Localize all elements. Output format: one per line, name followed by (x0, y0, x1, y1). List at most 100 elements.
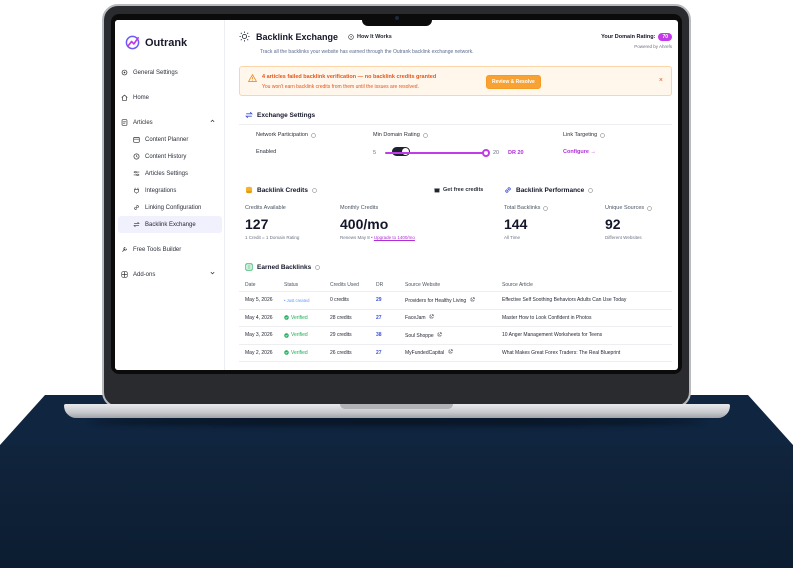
help-circle-icon[interactable] (315, 264, 320, 270)
sidebar-item-add-ons[interactable]: Add-ons (115, 266, 225, 283)
review-resolve-button[interactable]: Review & Resolve (486, 75, 541, 89)
participation-status: Enabled (256, 149, 277, 155)
external-link-icon[interactable] (448, 349, 453, 354)
chevron-down-icon[interactable] (210, 271, 215, 277)
total-backlinks-label: Total Backlinks (504, 205, 549, 211)
upgrade-link[interactable]: Upgrade to 1400/mo (374, 235, 415, 240)
backlink-credits-title: Backlink Credits (257, 186, 308, 194)
help-circle-icon[interactable] (600, 132, 605, 138)
table-row[interactable]: May 4, 2026 Verified 28 credits 27 FaceJ… (239, 310, 672, 327)
credits-available-value: 127 (245, 216, 269, 232)
check-circle-icon (284, 333, 289, 338)
unique-sources-label: Unique Sources (605, 205, 652, 211)
sidebar-item-label: Articles Settings (145, 170, 189, 177)
column-header-dr[interactable]: DR (376, 282, 405, 288)
exchange-settings-heading: Exchange Settings (245, 111, 315, 119)
history-icon (132, 153, 140, 161)
credits-available-sub: 1 Credit = 1 Domain Rating (245, 235, 300, 240)
domain-rating-label: Your Domain Rating: (601, 34, 656, 40)
column-header-source-website[interactable]: Source Website (405, 282, 502, 288)
row-article[interactable]: 10 Anger Management Worksheets for Teens (502, 332, 672, 338)
exchange-icon (245, 111, 253, 119)
row-credits: 0 credits (330, 297, 349, 304)
coins-icon (245, 186, 253, 194)
row-status: • Just created (284, 298, 330, 303)
close-icon[interactable]: × (659, 77, 663, 84)
configure-link[interactable]: Configure → (563, 149, 596, 155)
brand-name: Outrank (145, 36, 188, 49)
how-it-works-link[interactable]: ? How It Works (348, 34, 392, 40)
sidebar-item-free-tools-builder[interactable]: Free Tools Builder (115, 241, 225, 258)
table-row[interactable]: May 2, 2026 Verified 26 credits 27 MyFun… (239, 345, 672, 362)
sidebar-item-integrations[interactable]: Integrations (115, 182, 225, 199)
help-circle-icon[interactable] (588, 187, 594, 193)
column-header-status[interactable]: Status (284, 282, 330, 288)
external-link-icon[interactable] (437, 332, 442, 337)
help-circle-icon[interactable] (647, 205, 652, 211)
row-article[interactable]: What Makes Great Forex Traders: The Real… (502, 350, 672, 356)
renews-text: Renews May 8 • (340, 235, 373, 240)
row-source[interactable]: MyFundedCapital (405, 349, 502, 356)
help-circle-icon[interactable] (543, 205, 549, 211)
column-header-source-article[interactable]: Source Article (502, 282, 672, 288)
sidebar-item-home[interactable]: Home (115, 89, 225, 106)
column-header-credits-used[interactable]: Credits Used (330, 282, 376, 288)
sidebar: Outrank General Settings Home Articles C… (115, 20, 225, 370)
sidebar-item-label: Content Planner (145, 136, 189, 143)
slider-max-value: 20 (493, 150, 500, 156)
calendar-icon (132, 136, 140, 144)
earned-backlinks-title: Earned Backlinks (257, 263, 312, 271)
sidebar-item-label: Add-ons (133, 271, 156, 278)
sidebar-item-content-planner[interactable]: Content Planner (115, 131, 225, 148)
row-source[interactable]: Providers for Healthy Living (405, 297, 502, 304)
exchange-settings-title: Exchange Settings (257, 111, 316, 119)
row-credits: 28 credits (330, 314, 352, 321)
total-backlinks-sub: All Time (504, 235, 521, 240)
home-icon (120, 94, 128, 102)
row-date: May 5, 2026 (245, 297, 273, 304)
table-row[interactable]: May 3, 2026 Verified 29 credits 38 Soul … (239, 327, 672, 345)
total-backlinks-value: 144 (504, 216, 528, 232)
min-dr-slider-thumb[interactable] (482, 149, 490, 157)
warning-icon (248, 74, 257, 82)
row-date: May 4, 2026 (245, 314, 273, 321)
row-source[interactable]: Soul Shoppe (405, 332, 502, 339)
sidebar-item-backlink-exchange[interactable]: Backlink Exchange (118, 216, 222, 233)
domain-rating: Your Domain Rating: 70 Powered by Ahrefs (601, 33, 672, 49)
exchange-icon (132, 221, 140, 229)
sidebar-item-articles-settings[interactable]: Articles Settings (115, 165, 225, 182)
help-circle-icon[interactable] (423, 132, 428, 138)
brand-logo[interactable]: Outrank (125, 35, 187, 50)
network-participation-label: Network Participation (256, 132, 316, 138)
sidebar-item-content-history[interactable]: Content History (115, 148, 225, 165)
min-dr-slider-track[interactable] (385, 152, 486, 154)
sidebar-item-linking-configuration[interactable]: Linking Configuration (115, 199, 225, 216)
network-participation-text: Network Participation (256, 132, 308, 138)
external-link-icon[interactable] (470, 297, 475, 302)
row-status-text: Verified (291, 314, 308, 321)
unique-sources-sub: Different Websites (605, 235, 642, 240)
help-circle-icon[interactable] (311, 132, 316, 138)
row-article[interactable]: Master How to Look Confident in Photos (502, 315, 672, 321)
sidebar-item-label: Home (133, 94, 150, 101)
backlink-performance-title: Backlink Performance (516, 186, 585, 194)
monthly-credits-value: 400/mo (340, 216, 389, 232)
table-row[interactable]: May 5, 2026 • Just created 0 credits 29 … (239, 292, 672, 310)
sidebar-item-articles[interactable]: Articles (115, 114, 225, 131)
row-source[interactable]: FaceJam (405, 314, 502, 321)
get-free-credits-button[interactable]: Get free credits (434, 187, 483, 193)
help-circle-icon: ? (348, 33, 354, 40)
row-credits: 29 credits (330, 332, 352, 339)
chevron-up-icon[interactable] (210, 119, 215, 125)
external-link-icon[interactable] (429, 314, 434, 319)
row-source-text: Soul Shoppe (405, 332, 434, 339)
row-dr: 38 (376, 332, 382, 339)
row-article[interactable]: Effective Self Soothing Behaviors Adults… (502, 297, 672, 303)
row-dr: 27 (376, 314, 382, 321)
column-header-date[interactable]: Date (239, 282, 284, 288)
unique-sources-text: Unique Sources (605, 205, 645, 211)
help-circle-icon[interactable] (312, 187, 317, 193)
sidebar-item-general-settings[interactable]: General Settings (115, 64, 225, 81)
alert-subtitle: You won't earn backlink credits from the… (262, 84, 419, 90)
unique-sources-value: 92 (605, 216, 621, 232)
